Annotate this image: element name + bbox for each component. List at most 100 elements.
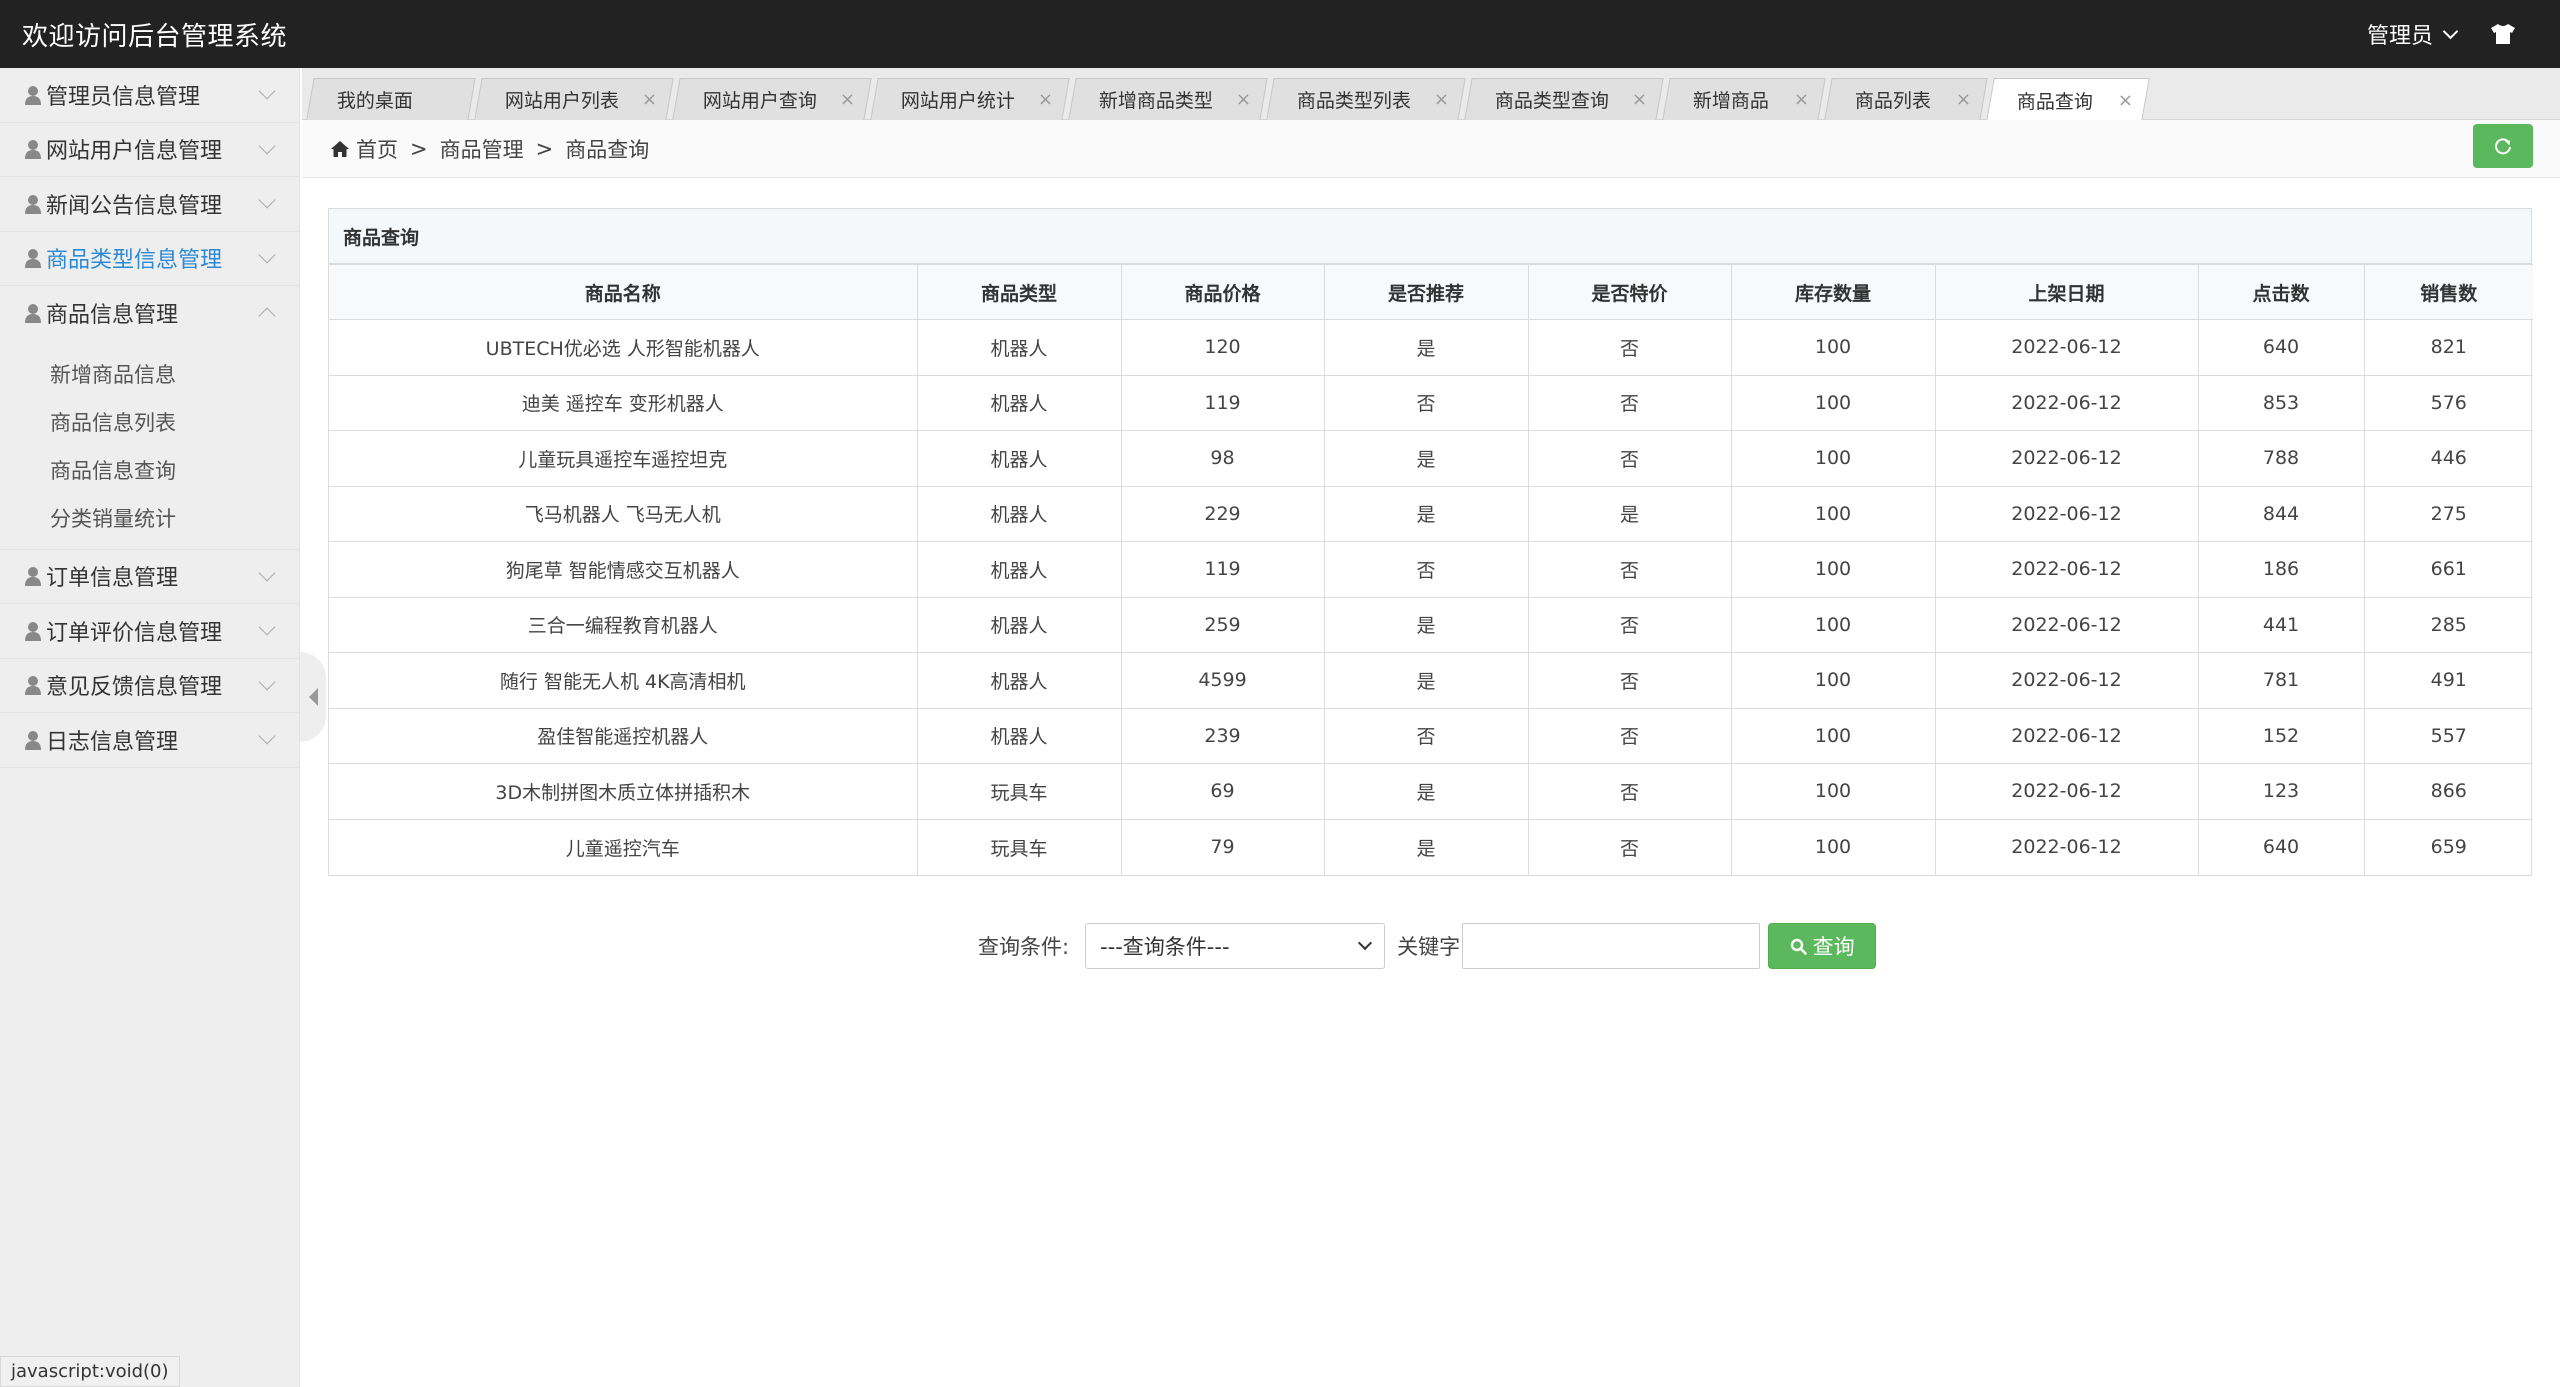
table-cell: 100 [1730,818,1936,875]
table-cell: 446 [2363,430,2533,487]
breadcrumb-level1[interactable]: 商品管理 [440,134,524,164]
table-cell: 100 [1730,319,1936,376]
table-row: 迪美 遥控车 变形机器人 机器人 119 否否 100 2022-06-12 853 576 [329,374,2533,431]
search-button-label: 查询 [1812,935,1855,959]
sidebar-item-product-types[interactable]: 商品类型信息管理 [0,232,299,286]
tshirt-icon[interactable] [2490,23,2516,45]
tab-label: 新增商品 [1692,90,1769,112]
condition-select[interactable]: ---查询条件--- [1085,923,1386,969]
breadcrumb-separator: > [410,136,428,161]
table-cell: 否 [1527,374,1732,431]
table-cell: 2022-06-12 [1934,818,2199,875]
close-icon[interactable]: × [1236,89,1251,110]
tab-label: 网站用户列表 [504,90,619,112]
table-cell: 是 [1323,319,1529,376]
tab-product-type-query[interactable]: 商品类型查询 × [1464,78,1664,120]
table-cell: 是 [1323,763,1529,820]
tab-user-query[interactable]: 网站用户查询 × [672,78,872,120]
table-cell: 3D木制拼图木质立体拼插积木 [329,763,918,820]
submenu-item-product-list[interactable]: 商品信息列表 [0,399,299,447]
sidebar-item-orders[interactable]: 订单信息管理 [0,550,299,604]
tab-desktop[interactable]: 我的桌面 [306,78,476,120]
user-icon [25,567,41,587]
user-icon [25,621,41,641]
user-icon [25,730,41,750]
submenu-item-sales-stats[interactable]: 分类销量统计 [0,495,299,543]
table-cell: 98 [1120,430,1325,487]
sidebar-item-news[interactable]: 新闻公告信息管理 [0,177,299,232]
tab-user-list[interactable]: 网站用户列表 × [474,78,674,120]
sidebar-item-label: 网站用户信息管理 [46,139,223,165]
tab-label: 网站用户查询 [702,90,817,112]
table-cell: 4599 [1120,652,1325,709]
refresh-button[interactable] [2473,124,2533,168]
table-cell: 否 [1527,430,1732,487]
table-cell: 100 [1730,485,1936,542]
table-cell: 2022-06-12 [1934,707,2199,764]
sidebar-item-logs[interactable]: 日志信息管理 [0,713,299,768]
table-cell: 是 [1323,430,1529,487]
table-cell: 844 [2197,485,2365,542]
close-icon[interactable]: × [642,89,657,110]
keyword-input[interactable] [1462,923,1761,969]
close-icon[interactable]: × [1956,89,1971,110]
sidebar-item-label: 商品类型信息管理 [46,248,223,274]
table-cell: 是 [1527,485,1732,542]
submenu-item-product-query[interactable]: 商品信息查询 [0,447,299,495]
table-cell: 2022-06-12 [1934,319,2199,376]
table-cell: 否 [1527,596,1732,653]
close-icon[interactable]: × [1794,89,1809,110]
tab-product-list[interactable]: 商品列表 × [1824,78,1988,120]
sidebar-item-admin-info[interactable]: 管理员信息管理 [0,68,299,123]
table-cell: 机器人 [916,485,1122,542]
sidebar-collapse-toggle[interactable] [300,652,326,742]
sidebar-item-label: 订单评价信息管理 [46,620,223,646]
table-cell: 186 [2197,541,2365,598]
tab-product-query[interactable]: 商品查询 × [1986,78,2150,121]
table-row: 飞马机器人 飞马无人机 机器人 229 是是 100 2022-06-12 844 275 [329,485,2533,542]
sidebar-item-products[interactable]: 商品信息管理 [0,286,299,341]
close-icon[interactable]: × [1434,89,1449,110]
admin-menu[interactable]: 管理员 [2366,18,2459,50]
submenu-item-add-product[interactable]: 新增商品信息 [0,351,299,399]
tab-add-product-type[interactable]: 新增商品类型 × [1068,78,1268,120]
table-cell: 119 [1120,374,1325,431]
chevron-down-icon [258,246,276,264]
table-cell: 275 [2363,485,2533,542]
column-header: 库存数量 [1730,264,1936,320]
condition-select-value: ---查询条件--- [1100,935,1230,959]
table-cell: 否 [1527,763,1732,820]
table-cell: 机器人 [916,652,1122,709]
search-button[interactable]: 查询 [1768,923,1877,969]
table-cell: 随行 智能无人机 4K高清相机 [329,652,918,709]
chevron-down-icon [258,137,276,155]
user-icon [25,194,41,214]
tab-add-product[interactable]: 新增商品 × [1662,78,1826,120]
sidebar-item-feedback[interactable]: 意见反馈信息管理 [0,659,299,713]
table-header-row: 商品名称 商品类型 商品价格 是否推荐 是否特价 库存数量 上架日期 点击数 销… [329,264,2533,320]
table-cell: 640 [2197,319,2365,376]
table-cell: 640 [2197,818,2365,875]
table-row: 随行 智能无人机 4K高清相机 机器人 4599 是否 100 2022-06-12 781… [329,652,2533,709]
sidebar-item-site-users[interactable]: 网站用户信息管理 [0,123,299,177]
admin-label: 管理员 [2366,24,2433,49]
table-cell: 否 [1527,652,1732,709]
table-cell: 2022-06-12 [1934,485,2199,542]
tab-product-type-list[interactable]: 商品类型列表 × [1266,78,1466,120]
table-cell: 机器人 [916,374,1122,431]
table-cell: 853 [2197,374,2365,431]
close-icon[interactable]: × [1632,89,1647,110]
table-cell: 三合一编程教育机器人 [329,596,918,653]
close-icon[interactable]: × [2118,90,2133,111]
table-cell: 机器人 [916,319,1122,376]
close-icon[interactable]: × [1038,89,1053,110]
sidebar-item-order-reviews[interactable]: 订单评价信息管理 [0,604,299,659]
table-body: UBTECH优必选 人形智能机器人 机器人 120 是否 100 2022-06-12 64… [329,319,2533,875]
chevron-down-icon [1358,935,1373,951]
chevron-down-icon [258,191,276,209]
close-icon[interactable]: × [840,89,855,110]
table-cell: 迪美 遥控车 变形机器人 [329,374,918,431]
breadcrumb-home[interactable]: 首页 [356,134,398,164]
tab-user-stats[interactable]: 网站用户统计 × [870,78,1070,120]
table-cell: 661 [2363,541,2533,598]
